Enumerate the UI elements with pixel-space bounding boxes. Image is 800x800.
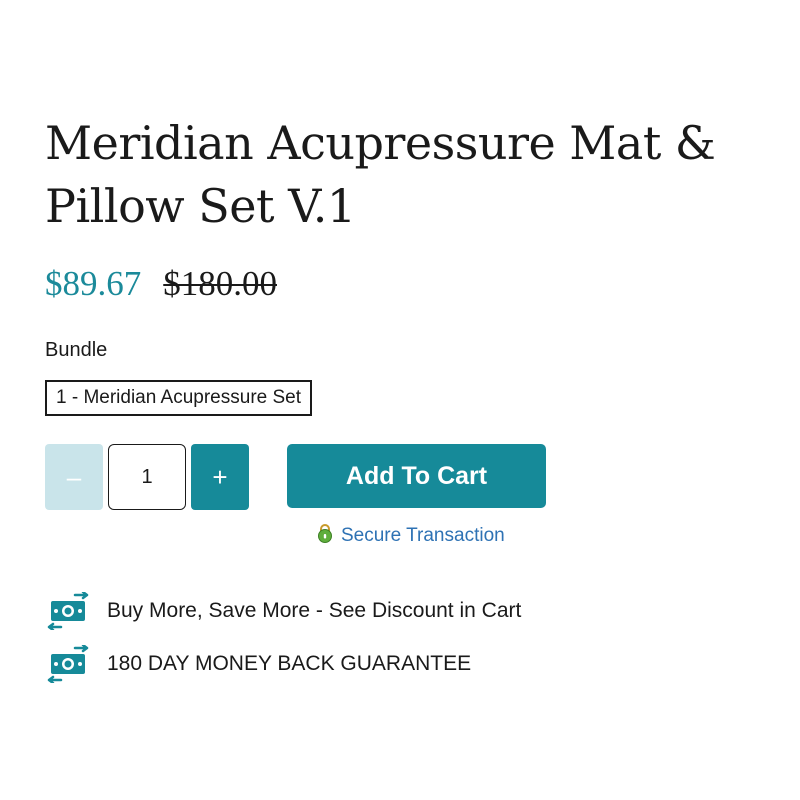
secure-transaction-link[interactable]: Secure Transaction [341, 525, 505, 547]
price-row: $89.67 $180.00 [45, 264, 277, 304]
sale-price: $89.67 [45, 264, 142, 303]
bundle-option-selected[interactable]: 1 - Meridian Acupressure Set [45, 380, 313, 416]
money-exchange-icon [45, 592, 91, 630]
perk-item: 180 DAY MONEY BACK GUARANTEE [45, 645, 471, 683]
perk-text: Buy More, Save More - See Discount in Ca… [107, 599, 522, 622]
product-title: Meridian Acupressure Mat & Pillow Set V.… [45, 116, 716, 233]
bundle-label: Bundle [45, 339, 108, 361]
quantity-input[interactable] [108, 444, 186, 510]
add-to-cart-button[interactable]: Add To Cart [287, 444, 546, 508]
perk-text: 180 DAY MONEY BACK GUARANTEE [107, 652, 472, 675]
quantity-decrease-button[interactable]: – [45, 444, 103, 510]
secure-transaction[interactable]: Secure Transaction [316, 523, 505, 548]
perk-item: Buy More, Save More - See Discount in Ca… [45, 592, 521, 630]
original-price: $180.00 [163, 264, 277, 303]
money-exchange-icon [45, 645, 91, 683]
lock-icon [316, 523, 334, 548]
quantity-increase-button[interactable]: + [191, 444, 249, 510]
